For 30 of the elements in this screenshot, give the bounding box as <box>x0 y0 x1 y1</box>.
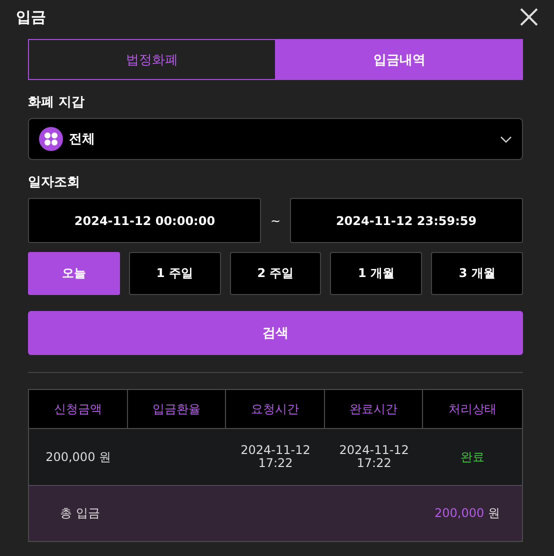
date-field[interactable]: 2024-11-12 00:00:00 <box>28 198 262 243</box>
close-icon[interactable] <box>520 8 538 26</box>
column-header: 처리상태 <box>423 390 522 429</box>
field-label: 일자조회 <box>28 174 81 191</box>
search-button[interactable]: 검색 <box>28 311 523 355</box>
tab[interactable]: 입금내역 <box>276 39 523 80</box>
column-header: 요청시간 <box>226 390 325 429</box>
grid-icon <box>39 127 63 151</box>
field-label: 화폐 지갑 <box>28 94 86 111</box>
table-cell: 200,000 원 <box>46 450 112 464</box>
period-button[interactable]: 1 주일 <box>128 252 221 295</box>
date-field[interactable]: 2024-11-12 23:59:59 <box>290 198 523 243</box>
period-button[interactable]: 1 개월 <box>330 252 422 295</box>
period-button[interactable]: 3 개월 <box>431 252 523 295</box>
column-header: 신청금액 <box>29 390 128 429</box>
status-text: 완료 <box>460 450 485 464</box>
period-button[interactable]: 2 주일 <box>230 252 322 295</box>
table-cell: 2024-11-12 17:22 <box>240 444 310 470</box>
currency-unit: 원 <box>488 506 500 520</box>
window-title: 입금 <box>16 8 46 26</box>
column-header: 입금환율 <box>128 390 226 429</box>
range-separator: ~ <box>270 214 281 228</box>
period-button[interactable]: 오늘 <box>28 252 120 295</box>
tab[interactable]: 법정화폐 <box>28 39 276 80</box>
total-amount: 200,000 <box>434 506 484 520</box>
table-cell: 2024-11-12 17:22 <box>339 444 410 470</box>
total-label: 총 입금 <box>60 505 100 522</box>
column-header: 완료시간 <box>324 390 424 429</box>
wallet-select[interactable]: 전체 <box>28 118 523 160</box>
chevron-down-icon <box>500 136 512 142</box>
